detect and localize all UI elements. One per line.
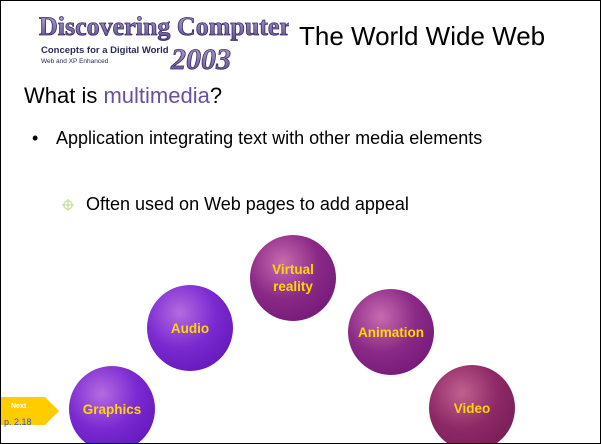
audio-bubble: Audio: [147, 285, 233, 371]
heading-highlight: multimedia: [103, 83, 210, 108]
video-bubble: Video: [429, 365, 515, 443]
logo-edition: Web and XP Enhanced: [41, 58, 109, 65]
virtual-reality-bubble: Virtual reality: [250, 235, 336, 321]
slide: Discovering Computers 2003 Concepts for …: [0, 0, 601, 444]
logo-tagline: Concepts for a Digital World: [41, 45, 169, 56]
animation-bubble: Animation: [348, 289, 434, 375]
logo-title: Discovering Computers: [39, 12, 289, 41]
crosshair-bullet-icon: [62, 199, 74, 211]
sub-bullet-text: Often used on Web pages to add appeal: [86, 194, 409, 214]
page-reference: p. 2.18: [4, 417, 32, 427]
next-button-label[interactable]: Next: [11, 403, 26, 410]
graphics-bubble: Graphics: [69, 366, 155, 443]
discovering-computers-logo: Discovering Computers 2003 Concepts for …: [39, 12, 289, 77]
heading-suffix: ?: [209, 83, 223, 108]
heading-prefix: What is: [24, 83, 104, 108]
slide-heading: What is multimedia?: [24, 83, 222, 109]
bullet-text: Application integrating text with other …: [56, 128, 483, 148]
logo-year: 2003: [170, 43, 231, 76]
slide-title: The World Wide Web: [299, 21, 546, 51]
bullet-dot-icon: •: [32, 128, 39, 148]
